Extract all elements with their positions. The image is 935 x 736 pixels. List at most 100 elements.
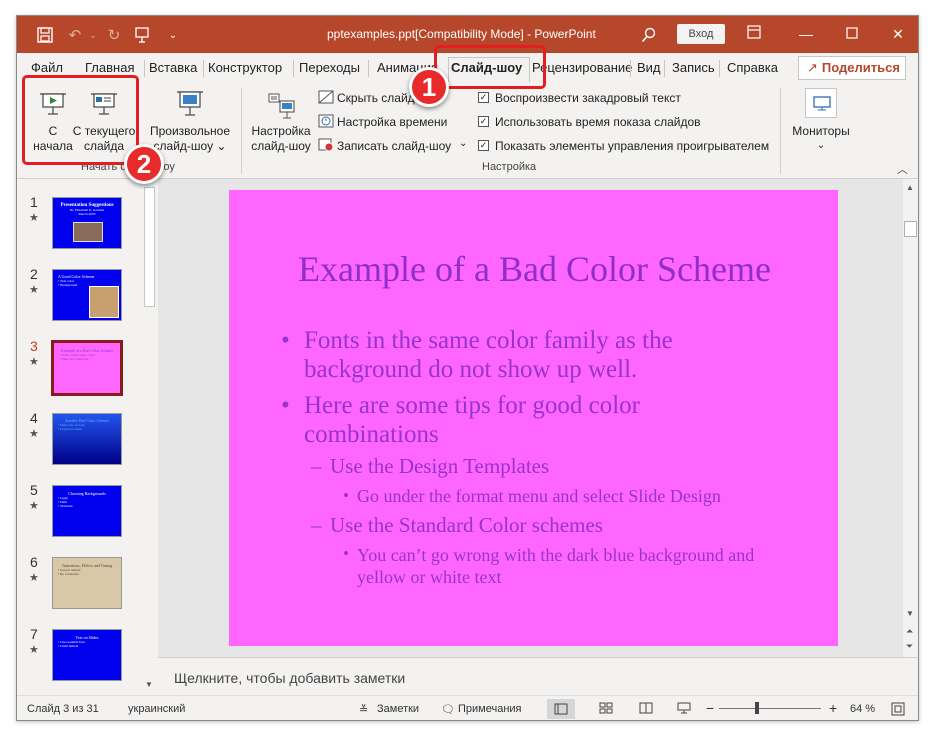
thumb-title: Choosing Backgrounds xyxy=(68,491,106,496)
slide-subsub-2-text: You can’t go wrong with the dark blue ba… xyxy=(357,545,755,587)
record-icon xyxy=(318,138,334,152)
thumb-title: Text on Slides xyxy=(75,635,99,640)
zoom-in-icon[interactable]: + xyxy=(829,700,837,716)
monitors-button[interactable]: Мониторы ⌄ xyxy=(787,86,855,158)
slide-title[interactable]: Example of a Bad Color Scheme xyxy=(229,248,840,290)
thumbnails-scrollbar[interactable]: ▼ xyxy=(142,179,157,695)
thumb-subtitle: • Use readable font • Limit bullets xyxy=(58,640,85,648)
tab-file[interactable]: Файл xyxy=(31,60,63,75)
normal-view-button[interactable] xyxy=(547,699,575,719)
presentation-start-icon[interactable] xyxy=(132,25,152,45)
thumb-title: Another Bad Color Scheme xyxy=(64,418,110,423)
notes-toggle-icon: ≚ xyxy=(359,704,369,716)
setup-show-label-2: слайд-шоу xyxy=(251,139,311,153)
monitors-dropdown-icon: ⌄ xyxy=(816,140,826,151)
fit-to-window-icon[interactable] xyxy=(891,702,905,719)
collapse-ribbon-icon[interactable]: ︿ xyxy=(897,161,908,177)
custom-slideshow-button[interactable]: Произвольное слайд-шоу ⌄ xyxy=(145,86,235,158)
reading-view-icon[interactable] xyxy=(639,702,653,717)
tab-home[interactable]: Главная xyxy=(85,60,134,75)
show-controls-label: Показать элементы управления проигрывате… xyxy=(495,139,770,153)
scroll-down-icon[interactable]: ▼ xyxy=(145,680,153,689)
zoom-out-icon[interactable]: − xyxy=(706,700,714,716)
slide-thumbnail-2[interactable]: A Good Color Scheme • Text color • Backg… xyxy=(52,269,122,321)
record-dropdown-icon[interactable]: ⌄ xyxy=(459,138,467,149)
play-narrations-checkbox[interactable]: ✓ xyxy=(478,92,489,103)
callout-highlight-start-buttons xyxy=(22,75,139,165)
animation-star-icon: ★ xyxy=(29,644,39,656)
show-controls-checkbox[interactable]: ✓ xyxy=(478,140,489,151)
thumbnails-scroll-thumb[interactable] xyxy=(144,187,155,307)
undo-dropdown-icon[interactable]: ⌄ xyxy=(83,25,103,45)
use-timings-checkbox[interactable]: ✓ xyxy=(478,116,489,127)
tab-separator xyxy=(144,60,145,77)
setup-slideshow-button[interactable]: Настройка слайд-шоу xyxy=(248,86,314,158)
tab-insert[interactable]: Вставка xyxy=(149,60,197,75)
animation-star-icon: ★ xyxy=(29,500,39,512)
ribbon-display-icon[interactable] xyxy=(742,24,766,44)
comments-button[interactable]: Примечания xyxy=(458,703,522,715)
zoom-slider-thumb[interactable] xyxy=(755,702,759,714)
hide-slide-button[interactable]: Скрыть слайд xyxy=(337,91,415,105)
thumb-photo xyxy=(89,286,119,318)
tab-record[interactable]: Запись xyxy=(672,60,715,75)
thumb-photo xyxy=(73,222,103,242)
current-slide[interactable]: Example of a Bad Color Scheme • Fonts in… xyxy=(228,189,839,647)
slide-thumbnail-4[interactable]: Another Bad Color Scheme • Dark text on … xyxy=(52,413,122,465)
search-icon[interactable] xyxy=(639,25,659,45)
tab-view[interactable]: Вид xyxy=(637,60,661,75)
slide-thumbnail-3-selected[interactable]: Example of a Bad Color Scheme • Fonts in… xyxy=(51,340,123,396)
window-title: pptexamples.ppt[Compatibility Mode] - Po… xyxy=(327,27,596,41)
play-narrations-label: Воспроизвести закадровый текст xyxy=(495,91,681,105)
zoom-level[interactable]: 64 % xyxy=(850,703,875,715)
share-button[interactable]: ↗ Поделиться xyxy=(798,56,906,80)
powerpoint-window: ↶ ⌄ ↻ ⌄ pptexamples.ppt[Compatibility Mo… xyxy=(16,15,919,721)
minimize-icon[interactable]: — xyxy=(794,24,818,44)
tab-help[interactable]: Справка xyxy=(727,60,778,75)
share-icon: ↗ xyxy=(807,60,818,75)
next-slide-icon[interactable]: ⏷ xyxy=(906,641,913,652)
slide-counter: Слайд 3 из 31 xyxy=(27,703,99,715)
slide-bullet-2-text: Here are some tips for good color combin… xyxy=(304,392,640,448)
tab-separator xyxy=(368,60,369,77)
tab-separator xyxy=(203,60,204,77)
slide-thumbnail-5[interactable]: Choosing Backgrounds • Light • Dark • Te… xyxy=(52,485,122,537)
redo-icon[interactable]: ↻ xyxy=(104,25,124,45)
slide-thumbnails-pane: 1 ★ Presentation Suggestions Dr. Elizabe… xyxy=(17,179,158,695)
thumb-number: 6 xyxy=(30,554,38,570)
save-icon[interactable] xyxy=(35,25,55,45)
use-timings-label: Использовать время показа слайдов xyxy=(495,115,701,129)
scroll-up-icon[interactable]: ▲ xyxy=(906,183,914,192)
slide-thumbnail-7[interactable]: Text on Slides • Use readable font • Lim… xyxy=(52,629,122,681)
language-indicator[interactable]: украинский xyxy=(128,703,185,715)
slide-dash-1: – xyxy=(311,454,322,478)
zoom-slider[interactable] xyxy=(719,708,821,709)
rehearse-timings-icon xyxy=(318,114,334,128)
close-icon[interactable]: ✕ xyxy=(886,24,910,44)
maximize-icon[interactable] xyxy=(840,24,864,44)
previous-slide-icon[interactable]: ⏶ xyxy=(906,626,913,637)
notes-pane[interactable]: Щелкните, чтобы добавить заметки xyxy=(158,657,918,695)
tab-review[interactable]: Рецензирование xyxy=(532,60,632,75)
thumb-number: 1 xyxy=(30,194,38,210)
slide-scroll-thumb[interactable] xyxy=(904,221,917,237)
slide-bullet-1: • xyxy=(281,327,290,354)
slide-thumbnail-6[interactable]: Transitions, Effects and Timing • Keep i… xyxy=(52,557,122,609)
record-slideshow-button[interactable]: Записать слайд-шоу xyxy=(337,139,451,153)
monitors-label: Мониторы xyxy=(792,124,850,138)
scroll-down-icon[interactable]: ▼ xyxy=(906,609,914,618)
callout-highlight-slideshow-tab xyxy=(434,45,546,89)
thumb-subtitle: • Fonts in the same color • Here are som… xyxy=(60,353,95,361)
undo-icon[interactable]: ↶ xyxy=(65,25,85,45)
slide-thumbnail-1[interactable]: Presentation Suggestions Dr. Elizabeth E… xyxy=(52,197,122,249)
customize-toolbar-icon[interactable]: ⌄ xyxy=(163,25,183,45)
signin-button[interactable]: Вход xyxy=(677,24,725,44)
slide-sorter-icon[interactable] xyxy=(599,702,613,717)
slideshow-view-icon[interactable] xyxy=(677,702,691,717)
tab-transitions[interactable]: Переходы xyxy=(299,60,360,75)
setup-show-label-1: Настройка xyxy=(251,124,311,138)
notes-toggle-button[interactable]: Заметки xyxy=(377,703,419,715)
rehearse-timings-button[interactable]: Настройка времени xyxy=(337,115,447,129)
slide-scrollbar[interactable]: ▲ ▼ ⏶ ⏷ xyxy=(903,179,918,657)
tab-design[interactable]: Конструктор xyxy=(208,60,282,75)
